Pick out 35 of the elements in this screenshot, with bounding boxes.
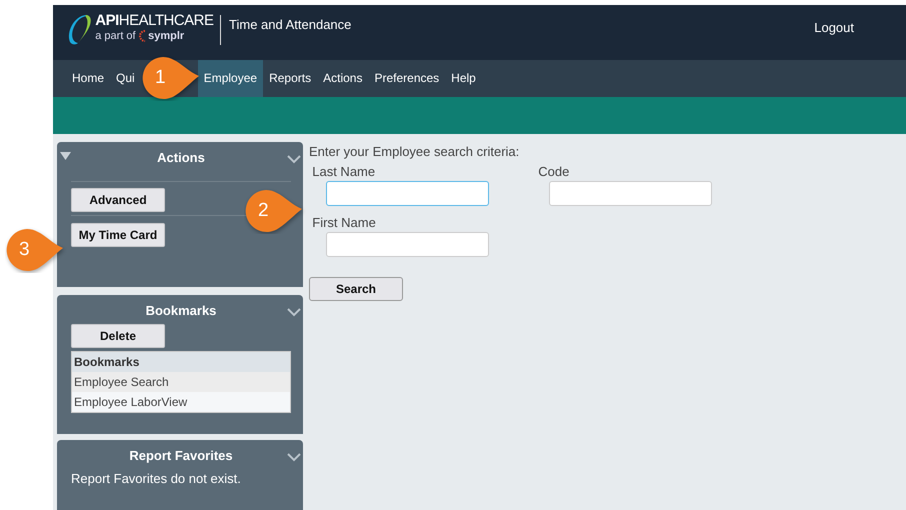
partner-wordmark: symplr	[148, 28, 184, 44]
panel-title: Report Favorites	[128, 447, 234, 465]
bookmark-item[interactable]: Employee LaborView	[72, 392, 290, 412]
chevron-down-icon[interactable]	[287, 308, 301, 317]
logout-link[interactable]: Logout	[814, 18, 854, 38]
nav-tab[interactable]: Qui	[110, 60, 135, 97]
list-header: Bookmarks	[72, 352, 290, 372]
instruction-text: Enter your Employee search criteria:	[309, 143, 520, 161]
nav-tab[interactable]: Preferences	[368, 60, 446, 97]
chevron-down-icon[interactable]	[287, 155, 301, 164]
input-field[interactable]	[549, 181, 712, 206]
panel-title: Bookmarks	[144, 302, 218, 320]
nav-tab[interactable]: Employee	[198, 60, 264, 97]
nav-tab[interactable]: Actions	[317, 60, 368, 97]
app-title: Time and Attendance	[220, 15, 352, 45]
sun-icon	[138, 30, 145, 42]
field-label: First Name	[312, 214, 377, 232]
field-label: Last Name	[312, 162, 376, 180]
chevron-down-icon[interactable]	[287, 453, 301, 462]
logo-wordmark: APIHEALTHCARE	[95, 12, 214, 28]
triangle-down-icon[interactable]	[60, 152, 71, 160]
field-label: Code	[538, 162, 570, 180]
panel-title: Actions	[156, 149, 206, 167]
nav-tab[interactable]: Reports	[263, 60, 318, 97]
sidebar-button[interactable]: Advanced	[71, 188, 165, 212]
search-button[interactable]: Search	[309, 276, 403, 300]
logo-tagline: a part of	[95, 28, 136, 44]
nav-tab[interactable]: Help	[445, 60, 482, 97]
input-field[interactable]	[326, 181, 489, 206]
sidebar-button[interactable]: My Time Card	[71, 222, 165, 247]
empty-message: Report Favorites do not exist.	[71, 470, 242, 488]
bookmark-item[interactable]: Employee Search	[72, 372, 290, 392]
input-field[interactable]	[326, 232, 489, 257]
nav-tab[interactable]: Home	[66, 60, 110, 97]
delete-button[interactable]: Delete	[71, 324, 165, 348]
